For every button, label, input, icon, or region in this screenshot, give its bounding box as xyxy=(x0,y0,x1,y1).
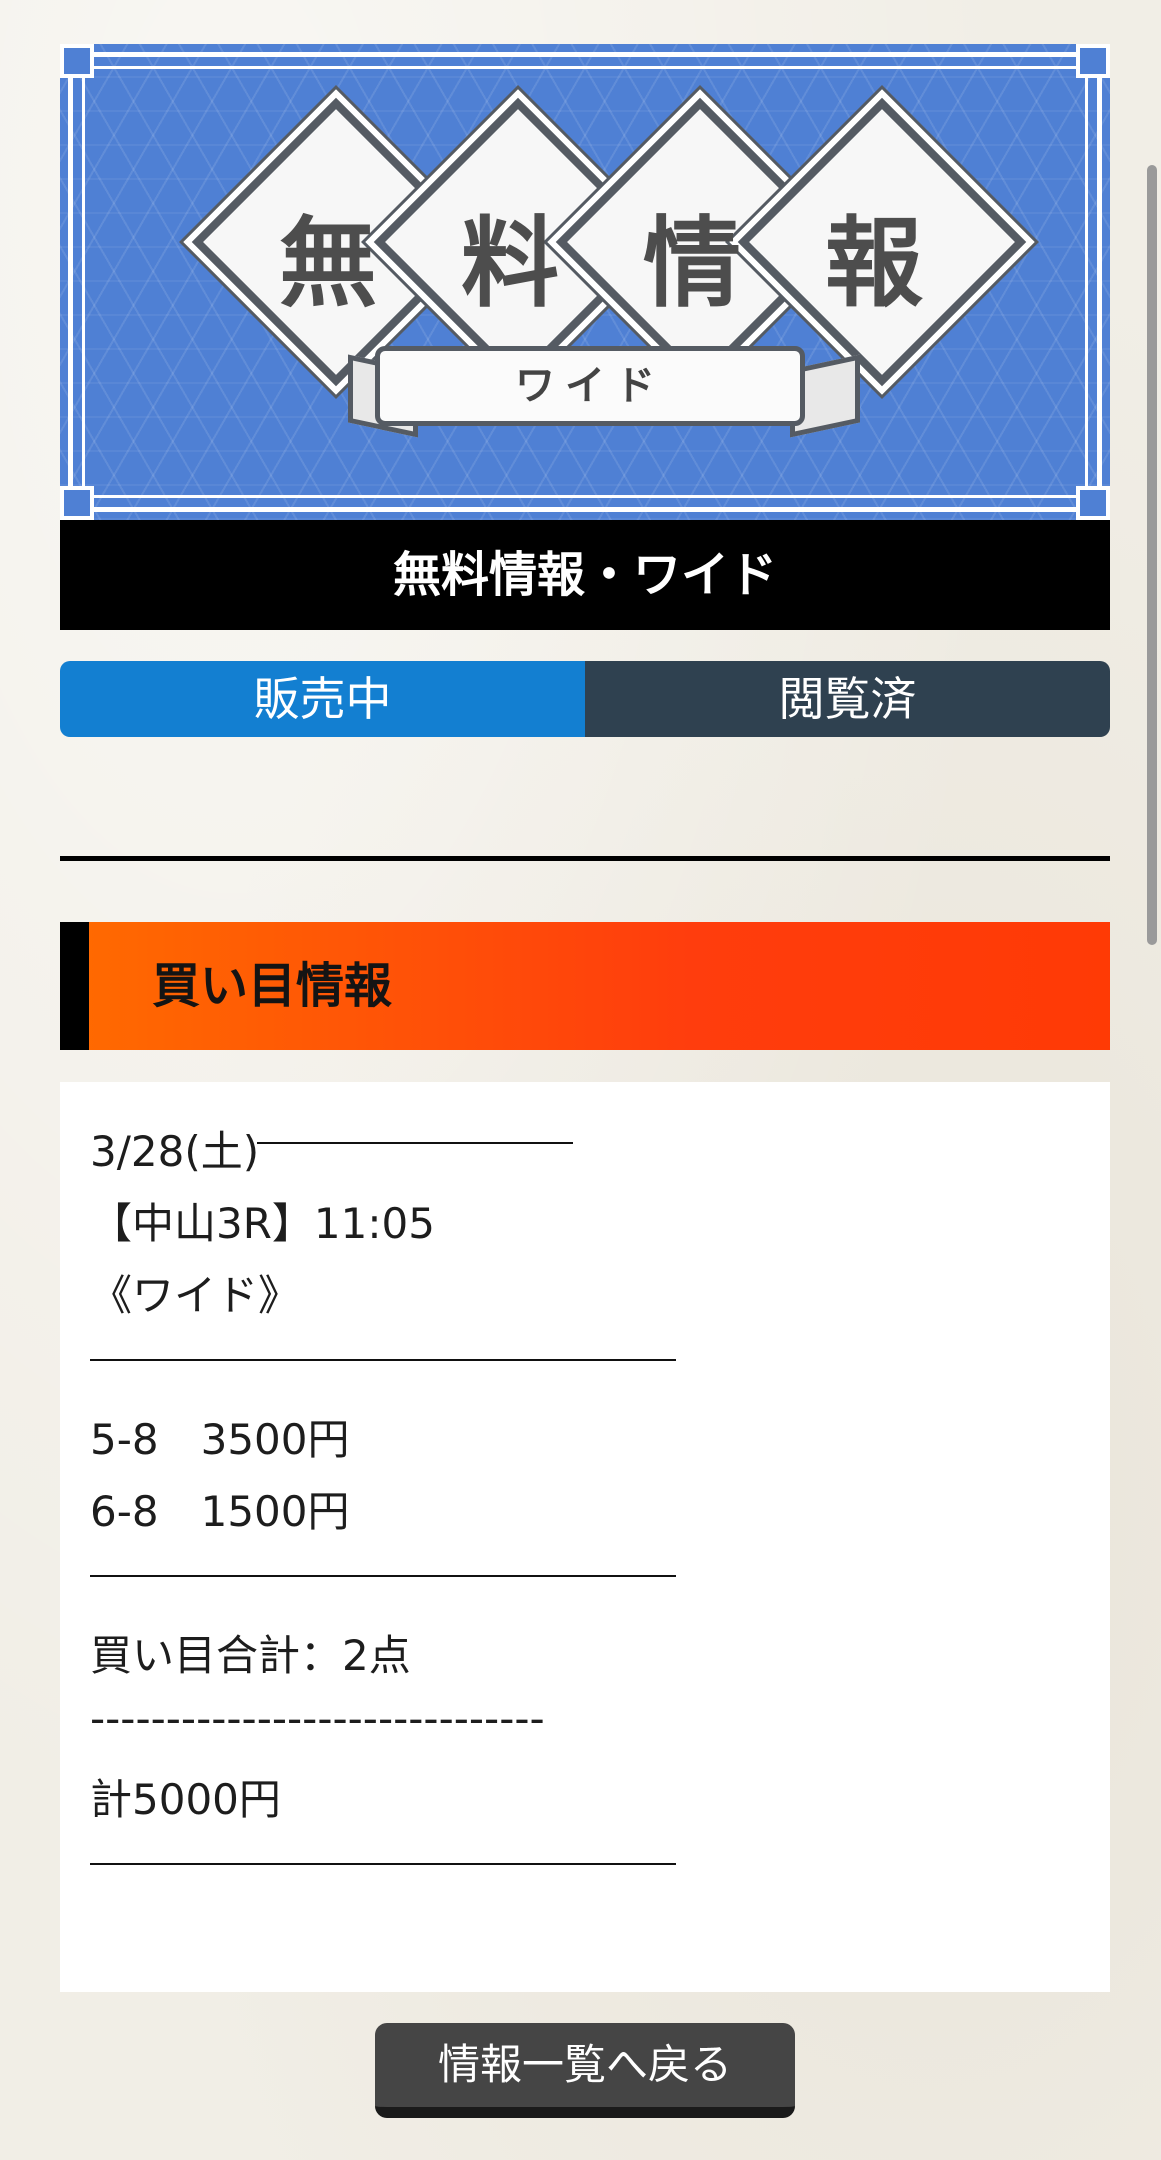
banner-char: 報 xyxy=(824,206,923,321)
page-title: 無料情報・ワイド xyxy=(60,520,1110,630)
divider xyxy=(60,856,1110,861)
total-amount: 計5000円 xyxy=(90,1775,281,1824)
tab-viewed[interactable]: 閲覧済 xyxy=(585,661,1110,737)
scrollbar[interactable] xyxy=(1143,0,1161,2160)
banner-corner xyxy=(1076,486,1110,520)
banner-char: 情 xyxy=(642,206,741,321)
banner-corner xyxy=(60,44,94,78)
divider-rule xyxy=(90,1359,676,1361)
free-info-banner: 無 料 情 報 ワイド xyxy=(60,44,1110,520)
section-header: 買い目情報 xyxy=(60,922,1110,1050)
bet-line: 6-8 1500円 xyxy=(90,1487,350,1536)
banner-char: 無 xyxy=(278,206,377,321)
scrollbar-thumb[interactable] xyxy=(1147,165,1157,945)
banner-corner xyxy=(60,486,94,520)
bet-info-panel: 3/28(土) 【中山3R】11:05 《ワイド》 5-8 3500円 6-8 … xyxy=(60,1082,1110,1992)
total-points: 買い目合計：2点 xyxy=(90,1631,411,1680)
section-header-bar xyxy=(60,922,89,1050)
banner-char: 料 xyxy=(460,206,559,321)
tab-on-sale[interactable]: 販売中 xyxy=(60,661,585,737)
date-rule xyxy=(257,1142,573,1144)
banner-ribbon: ワイド xyxy=(375,346,805,426)
back-to-list-button[interactable]: 情報一覧へ戻る xyxy=(375,2023,795,2118)
race-info: 【中山3R】11:05 xyxy=(90,1199,435,1248)
banner-corner xyxy=(1076,44,1110,78)
divider-rule xyxy=(90,1863,676,1865)
section-title: 買い目情報 xyxy=(152,958,393,1014)
bet-type: 《ワイド》 xyxy=(90,1271,301,1320)
dash-separator: ------------------------------ xyxy=(90,1694,545,1743)
divider-rule xyxy=(90,1575,676,1577)
race-date: 3/28(土) xyxy=(90,1127,260,1176)
bet-line: 5-8 3500円 xyxy=(90,1415,350,1464)
status-tabs: 販売中 閲覧済 xyxy=(60,661,1110,737)
